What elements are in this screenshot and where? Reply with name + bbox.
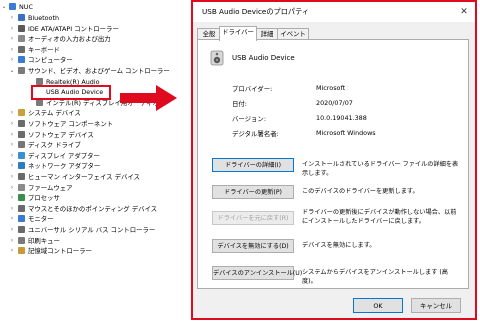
chevron-right-icon[interactable]: › (8, 151, 16, 161)
tree-item-label: サウンド、ビデオ、およびゲーム コントローラー (28, 67, 170, 75)
speaker-icon (210, 50, 224, 66)
device-category-icon (18, 236, 25, 244)
chevron-right-icon[interactable]: › (8, 108, 16, 118)
signer-value: Microsoft Windows (316, 129, 376, 137)
chevron-right-icon[interactable]: › (8, 183, 16, 193)
rollback-driver-button: ドライバーを元に戻す(R) (212, 211, 294, 225)
chevron-down-icon[interactable]: ⌄ (0, 2, 8, 12)
chevron-right-icon[interactable]: › (8, 130, 16, 140)
chevron-right-icon[interactable]: › (8, 172, 16, 182)
tree-item-label: プロセッサ (28, 194, 60, 203)
tree-item-label: キーボード (28, 45, 60, 54)
properties-dialog: USB Audio Deviceのプロパティ ✕ 全般 ドライバー 詳細 イベン… (191, 0, 477, 320)
computer-icon (9, 3, 16, 10)
device-category-icon (18, 173, 25, 180)
chevron-right-icon[interactable]: › (8, 24, 16, 34)
device-name: USB Audio Device (232, 54, 295, 62)
chevron-right-icon[interactable]: › (8, 55, 16, 65)
disable-device-button[interactable]: デバイスを無効にする(D) (212, 239, 294, 253)
tree-item-label: マウスとそのほかのポインティング デバイス (28, 204, 158, 213)
driver-details-button[interactable]: ドライバーの詳細(I) (212, 158, 294, 172)
chevron-right-icon[interactable]: › (8, 13, 16, 23)
tree-item-label: 印刷キュー (28, 236, 60, 245)
device-category-icon (18, 56, 25, 64)
tab-driver[interactable]: ドライバー (219, 26, 257, 41)
device-category-icon (18, 141, 25, 149)
chevron-right-icon[interactable]: › (8, 161, 16, 171)
chevron-right-icon[interactable]: › (8, 34, 16, 44)
rollback-driver-description: ドライバーの更新後にデバイスが動作しない場合、以前にインストールしたドライバーに… (302, 209, 457, 225)
version-value: 10.0.19041.388 (316, 114, 367, 122)
date-value: 2020/07/07 (316, 99, 353, 107)
device-category-icon (18, 247, 25, 255)
driver-details-description: インストールされているドライバー ファイルの詳細を表示します。 (302, 161, 459, 177)
device-category-icon (18, 130, 25, 138)
uninstall-device-description: システムからデバイスをアンインストールします (高度)。 (302, 269, 448, 285)
provider-label: プロバイダー: (232, 85, 273, 93)
device-category-icon (18, 45, 25, 53)
tree-item-label: ソフトウェア デバイス (28, 130, 94, 139)
tree-item-label: IDE ATA/ATAPI コントローラー (28, 24, 119, 33)
device-tree: ⌄ NUC › Bluetooth › IDE ATA/ATAPI コントローラー › オ… (0, 0, 190, 322)
tree-item-label: 記憶域コントローラー (28, 247, 92, 256)
tree-item-label: オーディオの入力および出力 (28, 35, 111, 44)
tree-item-label: システム デバイス (28, 109, 81, 118)
chevron-right-icon[interactable]: › (8, 236, 16, 246)
chevron-right-icon[interactable]: › (8, 214, 16, 224)
tree-item-label: ユニバーサル シリアル バス コントローラー (28, 226, 156, 234)
disable-device-description: デバイスを無効にします。 (302, 242, 376, 249)
tree-item-label: ネットワーク アダプター (28, 162, 101, 171)
cancel-button[interactable]: キャンセル (411, 298, 461, 313)
driver-panel: USB Audio Device プロバイダー: Microsoft 日付: 2… (197, 39, 469, 289)
chevron-right-icon[interactable]: › (8, 140, 16, 150)
uninstall-device-button[interactable]: デバイスのアンインストール(U) (212, 266, 302, 280)
date-label: 日付: (232, 100, 247, 108)
device-category-icon (18, 35, 25, 43)
tree-root-label: NUC (19, 3, 33, 11)
update-driver-button[interactable]: ドライバーの更新(P) (212, 185, 294, 199)
version-label: バージョン: (232, 115, 266, 123)
device-category-icon (18, 194, 25, 202)
chevron-right-icon[interactable]: › (8, 119, 16, 129)
tree-item-label: ディスク ドライブ (28, 141, 81, 150)
signer-label: デジタル署名者: (232, 130, 279, 138)
arrow-right-icon (120, 85, 177, 111)
device-category-icon (18, 24, 25, 32)
device-category-icon (18, 215, 25, 223)
device-category-icon (18, 14, 25, 21)
tree-item-label: USB Audio Device (46, 88, 104, 97)
device-category-icon (18, 183, 25, 191)
chevron-right-icon[interactable]: › (8, 246, 16, 256)
device-category-icon (18, 204, 25, 212)
device-category-icon (18, 162, 25, 170)
chevron-right-icon[interactable]: › (8, 225, 16, 235)
tree-item-label: ヒューマン インターフェイス デバイス (28, 173, 140, 181)
chevron-down-icon[interactable]: ⌄ (8, 66, 16, 76)
tree-item-label: ディスプレイ アダプター (28, 151, 100, 160)
chevron-right-icon[interactable]: › (8, 204, 16, 214)
device-category-icon (18, 151, 25, 159)
dialog-title: USB Audio Deviceのプロパティ (202, 7, 310, 16)
tree-item-label: モニター (28, 215, 54, 224)
update-driver-description: このデバイスのドライバーを更新します。 (302, 188, 419, 195)
device-category-icon (18, 226, 25, 233)
tree-item-label: コンピューター (28, 56, 73, 65)
provider-value: Microsoft (316, 84, 346, 92)
close-button[interactable]: ✕ (457, 5, 471, 19)
ok-button[interactable]: OK (353, 298, 403, 313)
device-category-icon (18, 109, 25, 117)
chevron-right-icon[interactable]: › (8, 193, 16, 203)
chevron-right-icon[interactable]: › (8, 45, 16, 55)
device-category-icon (18, 67, 25, 74)
device-category-icon (18, 120, 25, 127)
dialog-titlebar[interactable]: USB Audio Deviceのプロパティ ✕ (193, 2, 475, 22)
tree-item-label: ファームウェア (28, 183, 73, 192)
device-category-icon (36, 77, 43, 85)
tree-item-label: ソフトウェア コンポーネント (28, 120, 114, 128)
tree-item-label: Bluetooth (28, 14, 60, 22)
